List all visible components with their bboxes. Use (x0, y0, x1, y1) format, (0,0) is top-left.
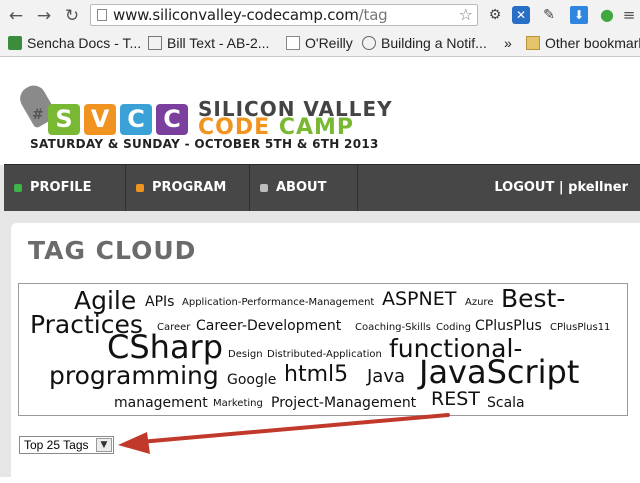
tag-link[interactable]: Azure (465, 298, 493, 308)
username-link[interactable]: pkellner (568, 180, 628, 195)
download-icon[interactable]: ⬇ (570, 6, 588, 24)
bookmark-item[interactable]: O'Reilly (286, 34, 353, 52)
tag-count-select[interactable]: Top 25 Tags ▼ (19, 436, 114, 454)
program-dot-icon (136, 184, 144, 192)
reload-icon[interactable]: ↻ (62, 6, 82, 26)
tag-link[interactable]: REST (431, 390, 480, 409)
tag-link[interactable]: html5 (284, 364, 348, 386)
main-nav: PROFILE PROGRAM ABOUT LOGOUT | pkellner (4, 164, 640, 211)
url-text[interactable]: www.siliconvalley-codecamp.com/tag (113, 5, 388, 25)
forward-icon[interactable]: → (34, 6, 54, 26)
logo-letter-c: C (120, 104, 152, 135)
about-dot-icon (260, 184, 268, 192)
user-area: LOGOUT | pkellner (494, 165, 628, 211)
eyedropper-icon[interactable]: ✎ (540, 6, 558, 24)
tag-link[interactable]: CPlusPlus (475, 319, 542, 333)
tag-link[interactable]: Marketing (213, 399, 263, 409)
evernote-icon[interactable]: ● (598, 6, 616, 24)
logo-letter-c2: C (156, 104, 188, 135)
tag-link[interactable]: Coaching-Skills (355, 323, 431, 333)
tag-link[interactable]: Java (367, 368, 405, 386)
bookmark-item[interactable]: Bill Text - AB-2... (148, 34, 269, 52)
bookmark-item[interactable]: Building a Notif... (362, 34, 487, 52)
event-date: SATURDAY & SUNDAY - OCTOBER 5TH & 6TH 20… (30, 137, 379, 151)
tag-link[interactable]: programming (49, 363, 219, 388)
nav-separator: | (558, 180, 564, 195)
capitol-icon (148, 36, 162, 50)
settings-gear-icon[interactable]: ⚙ (486, 6, 504, 24)
select-value: Top 25 Tags (24, 438, 89, 452)
tag-link[interactable]: CSharp (107, 331, 223, 363)
chevron-down-icon[interactable]: ▼ (96, 438, 112, 452)
tag-link[interactable]: Best- (501, 286, 565, 311)
back-icon[interactable]: ← (6, 6, 26, 26)
tag-link[interactable]: Distributed-Application (267, 350, 382, 360)
other-bookmarks-folder[interactable]: Other bookmarks (526, 34, 640, 52)
tag-link[interactable]: Scala (487, 396, 525, 410)
address-bar[interactable]: www.siliconvalley-codecamp.com/tag ☆ (90, 4, 478, 26)
tag-link[interactable]: Application-Performance-Management (182, 298, 374, 308)
bookmark-star-icon[interactable]: ☆ (459, 5, 473, 25)
logo-letter-s: S (48, 104, 80, 135)
page-icon (286, 36, 300, 50)
web-page: # S V C C SILICON VALLEY CODE CAMP SATUR… (0, 57, 640, 483)
page-title: TAG CLOUD (28, 236, 197, 265)
tag-link[interactable]: Project-Management (271, 396, 416, 410)
tag-link[interactable]: CPlusPlus11 (550, 323, 610, 333)
wordpress-icon (362, 36, 376, 50)
nav-profile[interactable]: PROFILE (4, 165, 126, 211)
browser-toolbar: ← → ↻ www.siliconvalley-codecamp.com/tag… (0, 0, 640, 31)
tag-cloud: Agile APIs Application-Performance-Manag… (18, 283, 628, 416)
profile-dot-icon (14, 184, 22, 192)
nav-program[interactable]: PROGRAM (126, 165, 250, 211)
logo-letter-v: V (84, 104, 116, 135)
tag-link[interactable]: Design (228, 350, 263, 360)
extension-x-icon[interactable]: ✕ (512, 6, 530, 24)
site-header: # S V C C SILICON VALLEY CODE CAMP SATUR… (0, 57, 640, 165)
nav-about[interactable]: ABOUT (250, 165, 358, 211)
tag-link[interactable]: management (114, 396, 208, 410)
bookmarks-bar: Sencha Docs - T... Bill Text - AB-2... O… (0, 31, 640, 55)
logout-link[interactable]: LOGOUT (494, 180, 554, 195)
bookmark-item[interactable]: Sencha Docs - T... (8, 34, 141, 52)
tag-link[interactable]: APIs (145, 295, 174, 309)
browser-chrome: ← → ↻ www.siliconvalley-codecamp.com/tag… (0, 0, 640, 57)
tag-link[interactable]: ASPNET (382, 290, 456, 309)
tag-link[interactable]: Coding (436, 323, 471, 333)
page-icon (97, 9, 107, 21)
menu-icon[interactable]: ≡ (620, 6, 638, 24)
logo-hash: # (32, 107, 44, 123)
folder-icon (526, 36, 540, 50)
tag-link[interactable]: JavaScript (419, 356, 579, 388)
sencha-icon (8, 36, 22, 50)
tag-link[interactable]: Google (227, 373, 276, 387)
content-panel: TAG CLOUD Agile APIs Application-Perform… (11, 223, 640, 483)
bookmarks-overflow-chevron[interactable]: » (504, 34, 512, 52)
